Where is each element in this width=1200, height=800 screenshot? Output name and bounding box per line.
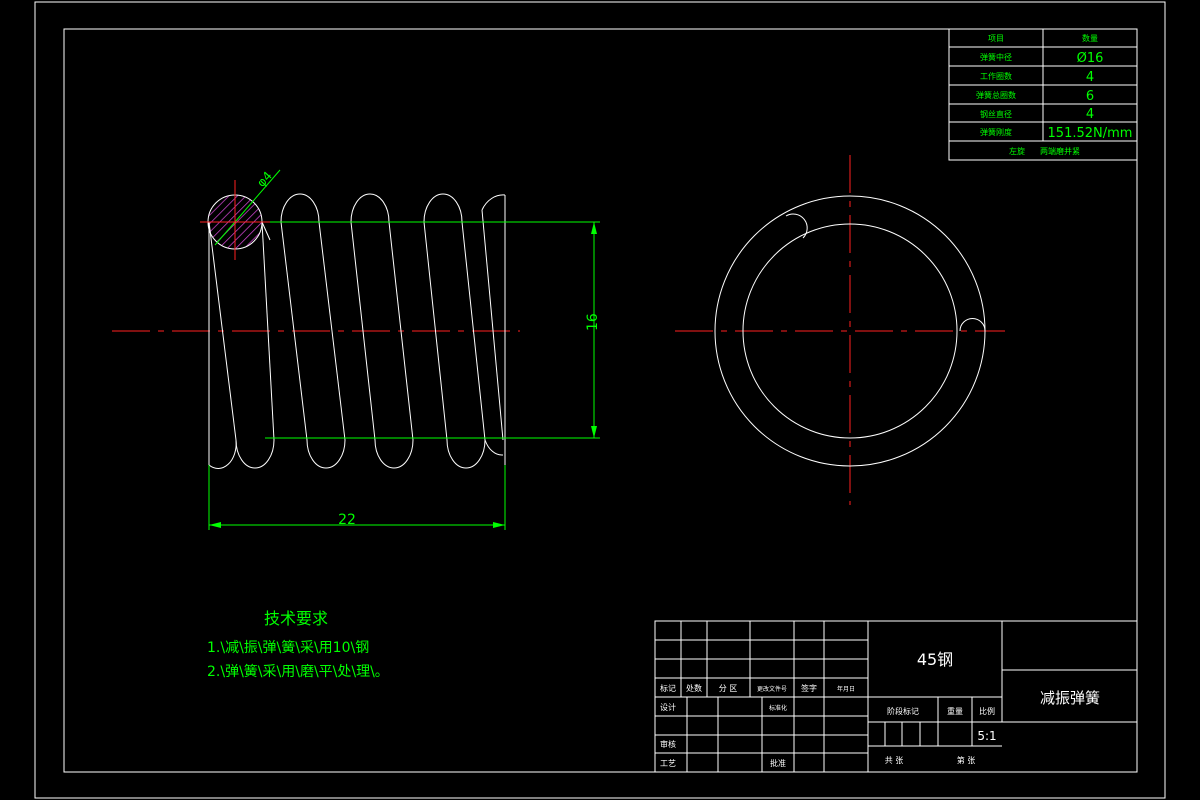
dim-height: 16 [585, 313, 601, 331]
tb-stage-mark: 阶段标记 [887, 706, 919, 716]
param-value-1: Ø16 [1077, 51, 1104, 66]
dim-length: 22 [338, 512, 356, 528]
tb-review: 审核 [660, 739, 676, 749]
tb-scale: 5:1 [977, 729, 996, 743]
param-footer-label: 左旋 [1009, 146, 1025, 156]
tb-scale-label: 比例 [979, 706, 995, 716]
dim-wire-diameter: φ4 [254, 169, 275, 190]
tb-mark: 标记 [660, 683, 676, 693]
tb-approve: 批准 [770, 758, 786, 768]
param-value-4: 4 [1086, 107, 1094, 122]
drawing-canvas: 项目 数量 弹簧中径 工作圈数 弹簧总圈数 钢丝直径 弹簧刚度 左旋 两端磨并紧… [34, 1, 1166, 799]
tb-total: 共 张 [885, 756, 904, 765]
tech-line-2: 2.\弹\簧\采\用\磨\平\处\理\。 [207, 664, 389, 680]
spring-end-view [675, 155, 1005, 505]
tech-requirements: 技术要求 1.\减\振\弹\簧\采\用10\钢 2.\弹\簧\采\用\磨\平\处… [207, 609, 389, 680]
param-value-2: 4 [1086, 70, 1094, 85]
tech-line-1: 1.\减\振\弹\簧\采\用10\钢 [207, 640, 369, 656]
param-value-3: 6 [1086, 89, 1094, 104]
param-header-item: 项目 [988, 34, 1004, 43]
inner-frame [63, 28, 1138, 773]
tb-zone: 分 区 [719, 684, 738, 693]
param-value-5: 151.52N/mm [1048, 126, 1133, 141]
tb-material: 45钢 [917, 650, 953, 669]
param-label-4: 钢丝直径 [980, 109, 1012, 119]
tb-date: 年月日 [837, 685, 855, 693]
tech-title: 技术要求 [264, 609, 328, 628]
tb-doc-no: 更改文件号 [757, 685, 787, 693]
param-label-5: 弹簧刚度 [980, 127, 1012, 137]
tb-part-name: 减振弹簧 [1040, 689, 1100, 707]
tb-standardize: 标准化 [769, 704, 787, 712]
spring-front-view: φ4 16 22 [112, 169, 601, 530]
param-footer-value: 两端磨并紧 [1040, 146, 1080, 156]
param-header-value: 数量 [1082, 33, 1098, 43]
tb-design: 设计 [660, 702, 676, 712]
tb-process: 工艺 [660, 759, 676, 768]
param-label-2: 工作圈数 [980, 71, 1012, 81]
tb-signature: 签字 [801, 683, 817, 693]
tb-weight: 重量 [947, 706, 963, 716]
param-label-1: 弹簧中径 [980, 52, 1012, 62]
tb-count: 处数 [686, 683, 702, 693]
outer-frame [34, 1, 1166, 799]
tb-sheet: 第 张 [957, 755, 976, 765]
param-label-3: 弹簧总圈数 [976, 90, 1016, 100]
